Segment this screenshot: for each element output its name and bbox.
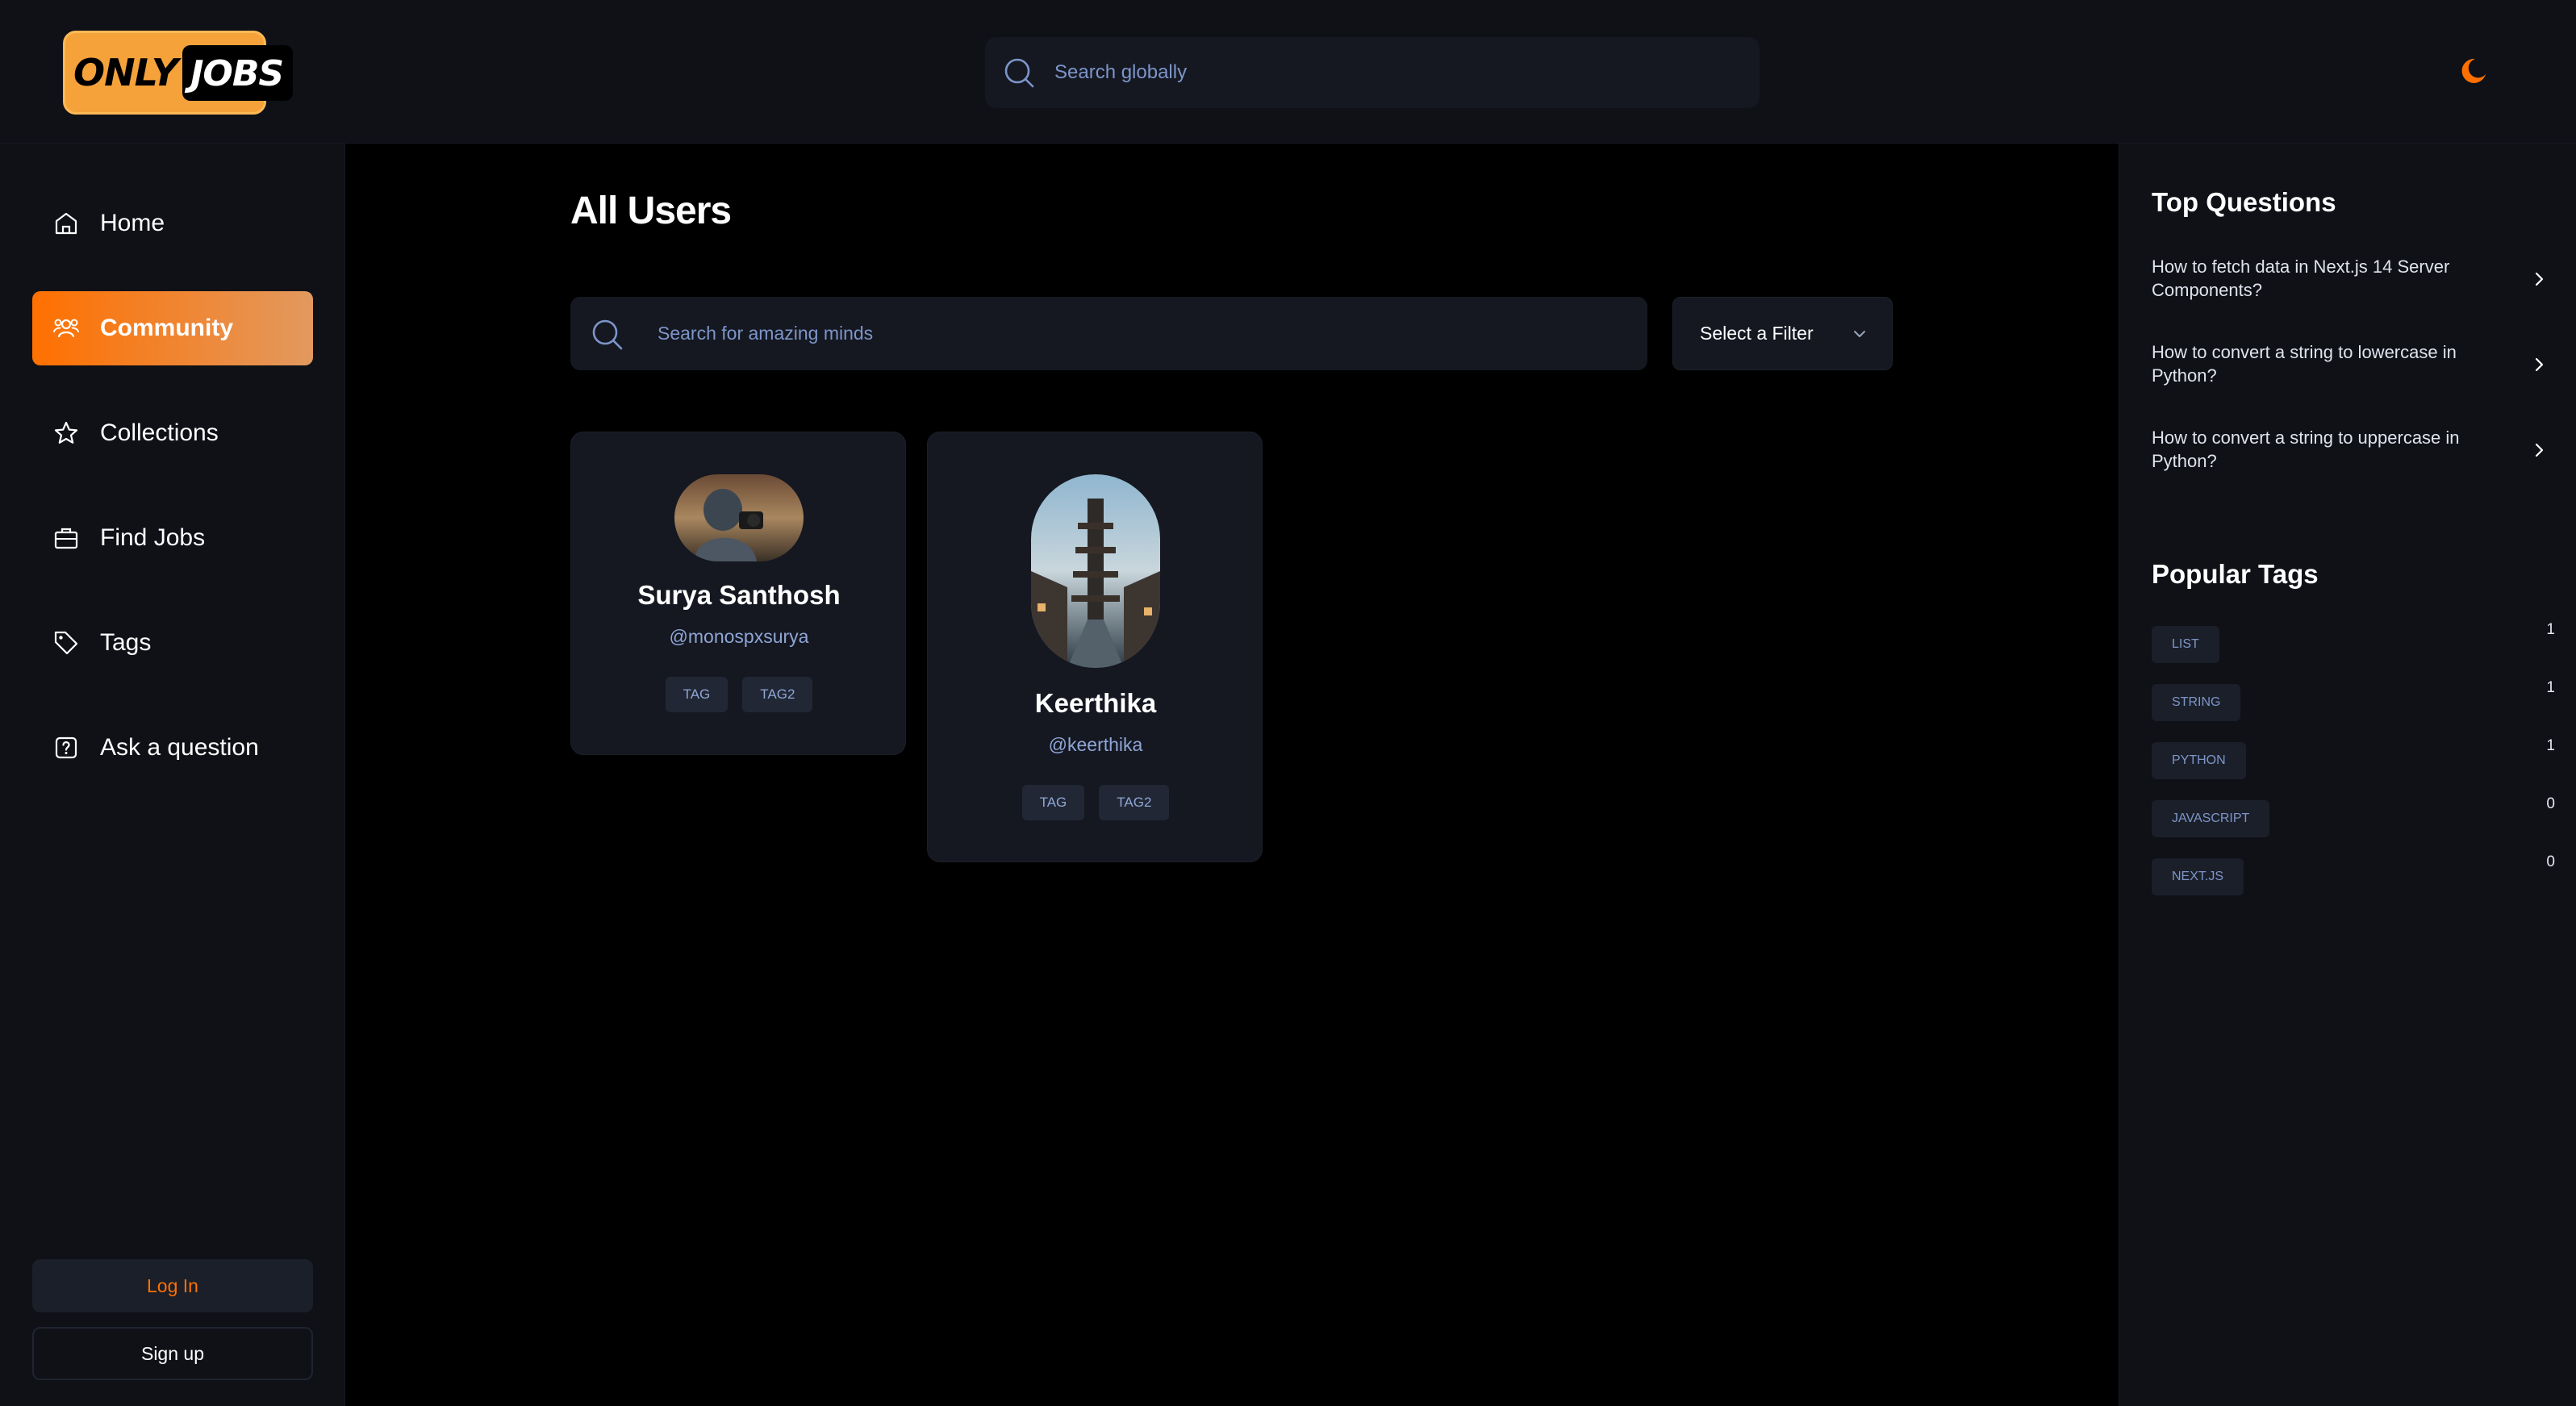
sidebar-item-label: Community: [100, 315, 233, 341]
chevron-right-icon: [2535, 443, 2544, 457]
tag-question-count: 1: [2546, 621, 2555, 638]
top-questions-title: Top Questions: [2152, 187, 2336, 217]
popular-tag-row: STRING 1: [2152, 679, 2555, 721]
popular-tag[interactable]: JAVASCRIPT: [2152, 800, 2270, 837]
filter-select-label: Select a Filter: [1700, 323, 1814, 344]
logo-word-only: ONLY: [73, 51, 178, 94]
logo-word-jobs: JOBS: [182, 44, 294, 101]
user-search-input[interactable]: [658, 297, 1626, 370]
sidebar-item-find-jobs[interactable]: Find Jobs: [32, 501, 313, 575]
search-icon: [1004, 58, 1034, 88]
user-tag[interactable]: TAG2: [1099, 785, 1170, 820]
user-tag[interactable]: TAG: [665, 677, 729, 712]
user-search-bar[interactable]: [570, 297, 1647, 370]
page-title: All Users: [570, 190, 732, 232]
user-name: Keerthika: [1034, 688, 1157, 718]
user-tag[interactable]: TAG2: [742, 677, 813, 712]
question-text: How to convert a string to uppercase in …: [2152, 428, 2460, 471]
user-handle: @monospxsurya: [669, 626, 809, 647]
global-search-input[interactable]: [1054, 37, 1740, 108]
top-navbar: ONLY JOBS: [0, 0, 2576, 144]
sidebar-item-home[interactable]: Home: [32, 186, 313, 261]
user-handle: @keerthika: [1048, 734, 1143, 755]
tag-icon: [52, 628, 81, 657]
popular-tag-row: LIST 1: [2152, 621, 2555, 663]
user-tags: TAG TAG2: [571, 677, 907, 712]
question-text: How to fetch data in Next.js 14 Server C…: [2152, 257, 2450, 300]
question-icon: [52, 733, 81, 762]
sidebar-item-tags[interactable]: Tags: [32, 606, 313, 680]
moon-icon[interactable]: [2459, 56, 2488, 86]
star-icon: [52, 419, 81, 448]
sidebar-item-label: Find Jobs: [100, 524, 206, 551]
chevron-right-icon: [2535, 272, 2544, 286]
user-card[interactable]: Surya Santhosh @monospxsurya TAG TAG2: [570, 432, 906, 755]
left-sidebar: Home Community Collections Find Jobs Tag: [0, 144, 345, 1406]
search-icon: [592, 319, 623, 350]
users-icon: [52, 314, 81, 343]
tag-question-count: 0: [2546, 853, 2555, 870]
tag-question-count: 0: [2546, 795, 2555, 812]
briefcase-icon: [52, 524, 81, 553]
user-tags: TAG TAG2: [928, 785, 1263, 820]
chevron-down-icon: [1854, 331, 1865, 337]
sidebar-item-label: Ask a question: [100, 734, 259, 761]
popular-tag[interactable]: NEXT.JS: [2152, 858, 2244, 895]
sidebar-item-label: Collections: [100, 419, 219, 446]
sidebar-item-label: Home: [100, 210, 165, 236]
popular-tag-row: NEXT.JS 0: [2152, 853, 2555, 895]
login-button[interactable]: Log In: [32, 1259, 313, 1312]
tag-question-count: 1: [2546, 679, 2555, 696]
onlyjobs-logo[interactable]: ONLY JOBS: [63, 31, 294, 115]
popular-tag[interactable]: PYTHON: [2152, 742, 2246, 779]
top-question-item[interactable]: How to convert a string to lowercase in …: [2152, 340, 2555, 394]
app-root: ONLY JOBS Home Community: [0, 0, 2576, 1406]
filter-select[interactable]: Select a Filter: [1672, 297, 1893, 370]
right-sidebar: Top Questions How to fetch data in Next.…: [2119, 144, 2576, 1406]
sidebar-item-label: Tags: [100, 629, 152, 656]
top-question-item[interactable]: How to fetch data in Next.js 14 Server C…: [2152, 255, 2555, 308]
avatar: [674, 474, 804, 561]
home-icon: [52, 209, 81, 238]
question-text: How to convert a string to lowercase in …: [2152, 342, 2457, 386]
user-card[interactable]: Keerthika @keerthika TAG TAG2: [927, 432, 1263, 862]
avatar: [1031, 474, 1160, 668]
popular-tag[interactable]: STRING: [2152, 684, 2241, 721]
popular-tags-title: Popular Tags: [2152, 559, 2319, 589]
global-search-bar[interactable]: [985, 37, 1760, 108]
sidebar-item-ask-question[interactable]: Ask a question: [32, 711, 313, 785]
popular-tag[interactable]: LIST: [2152, 626, 2219, 663]
user-name: Surya Santhosh: [637, 580, 841, 610]
user-tag[interactable]: TAG: [1021, 785, 1085, 820]
chevron-right-icon: [2535, 357, 2544, 372]
signup-button[interactable]: Sign up: [32, 1327, 313, 1380]
top-question-item[interactable]: How to convert a string to uppercase in …: [2152, 426, 2555, 479]
popular-tag-row: JAVASCRIPT 0: [2152, 795, 2555, 837]
sidebar-item-community[interactable]: Community: [32, 291, 313, 365]
popular-tag-row: PYTHON 1: [2152, 737, 2555, 779]
tag-question-count: 1: [2546, 737, 2555, 754]
sidebar-item-collections[interactable]: Collections: [32, 396, 313, 470]
